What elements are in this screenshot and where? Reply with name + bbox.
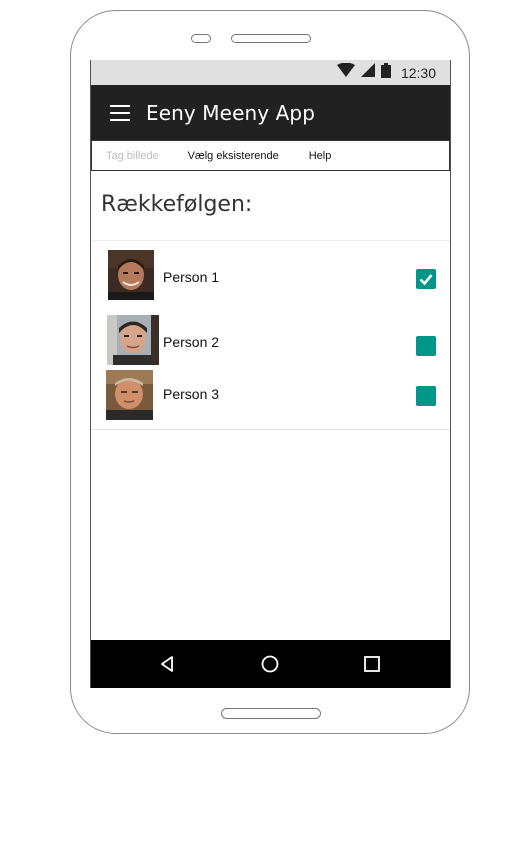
front-camera	[191, 34, 211, 43]
person-2-name: Person 2	[163, 334, 220, 350]
signal-icon	[360, 63, 375, 82]
earpiece-speaker	[231, 34, 311, 43]
navigation-bar	[91, 640, 450, 688]
list-item-person-3[interactable]: Person 3	[91, 370, 450, 420]
app-bar: Eeny Meeny App	[91, 85, 450, 140]
person-1-checkbox[interactable]	[416, 269, 436, 289]
status-icons: 12:30	[336, 62, 436, 83]
person-3-photo	[106, 370, 153, 420]
section-title: Rækkefølgen:	[101, 192, 253, 217]
person-2-photo	[107, 315, 159, 365]
person-2-checkbox[interactable]	[416, 336, 436, 356]
status-time: 12:30	[400, 64, 436, 81]
hamburger-menu-icon[interactable]	[110, 104, 130, 121]
app-title: Eeny Meeny App	[146, 100, 316, 125]
list-item-person-2[interactable]: Person 2	[91, 315, 450, 365]
person-list: Person 1 Person 2 Person 3	[91, 240, 450, 430]
person-1-name: Person 1	[163, 269, 220, 285]
tab-choose-existing[interactable]: Vælg eksisterende	[188, 150, 279, 162]
battery-icon	[380, 62, 391, 83]
status-bar: 12:30	[91, 60, 450, 85]
list-item-person-1[interactable]: Person 1	[91, 250, 450, 300]
home-icon[interactable]	[260, 654, 280, 674]
bottom-speaker	[221, 708, 321, 719]
phone-screen: 12:30 Eeny Meeny App Tag billede Vælg ek…	[90, 60, 451, 688]
tab-help[interactable]: Help	[309, 150, 332, 162]
wifi-icon	[336, 62, 355, 82]
person-1-photo	[108, 250, 154, 300]
person-3-checkbox[interactable]	[416, 386, 436, 406]
tab-take-picture[interactable]: Tag billede	[106, 150, 159, 162]
person-3-name: Person 3	[163, 386, 220, 402]
tab-bar: Tag billede Vælg eksisterende Help	[91, 140, 450, 171]
checkmark-icon	[419, 274, 433, 286]
back-icon[interactable]	[158, 654, 178, 674]
recents-icon[interactable]	[362, 654, 382, 674]
